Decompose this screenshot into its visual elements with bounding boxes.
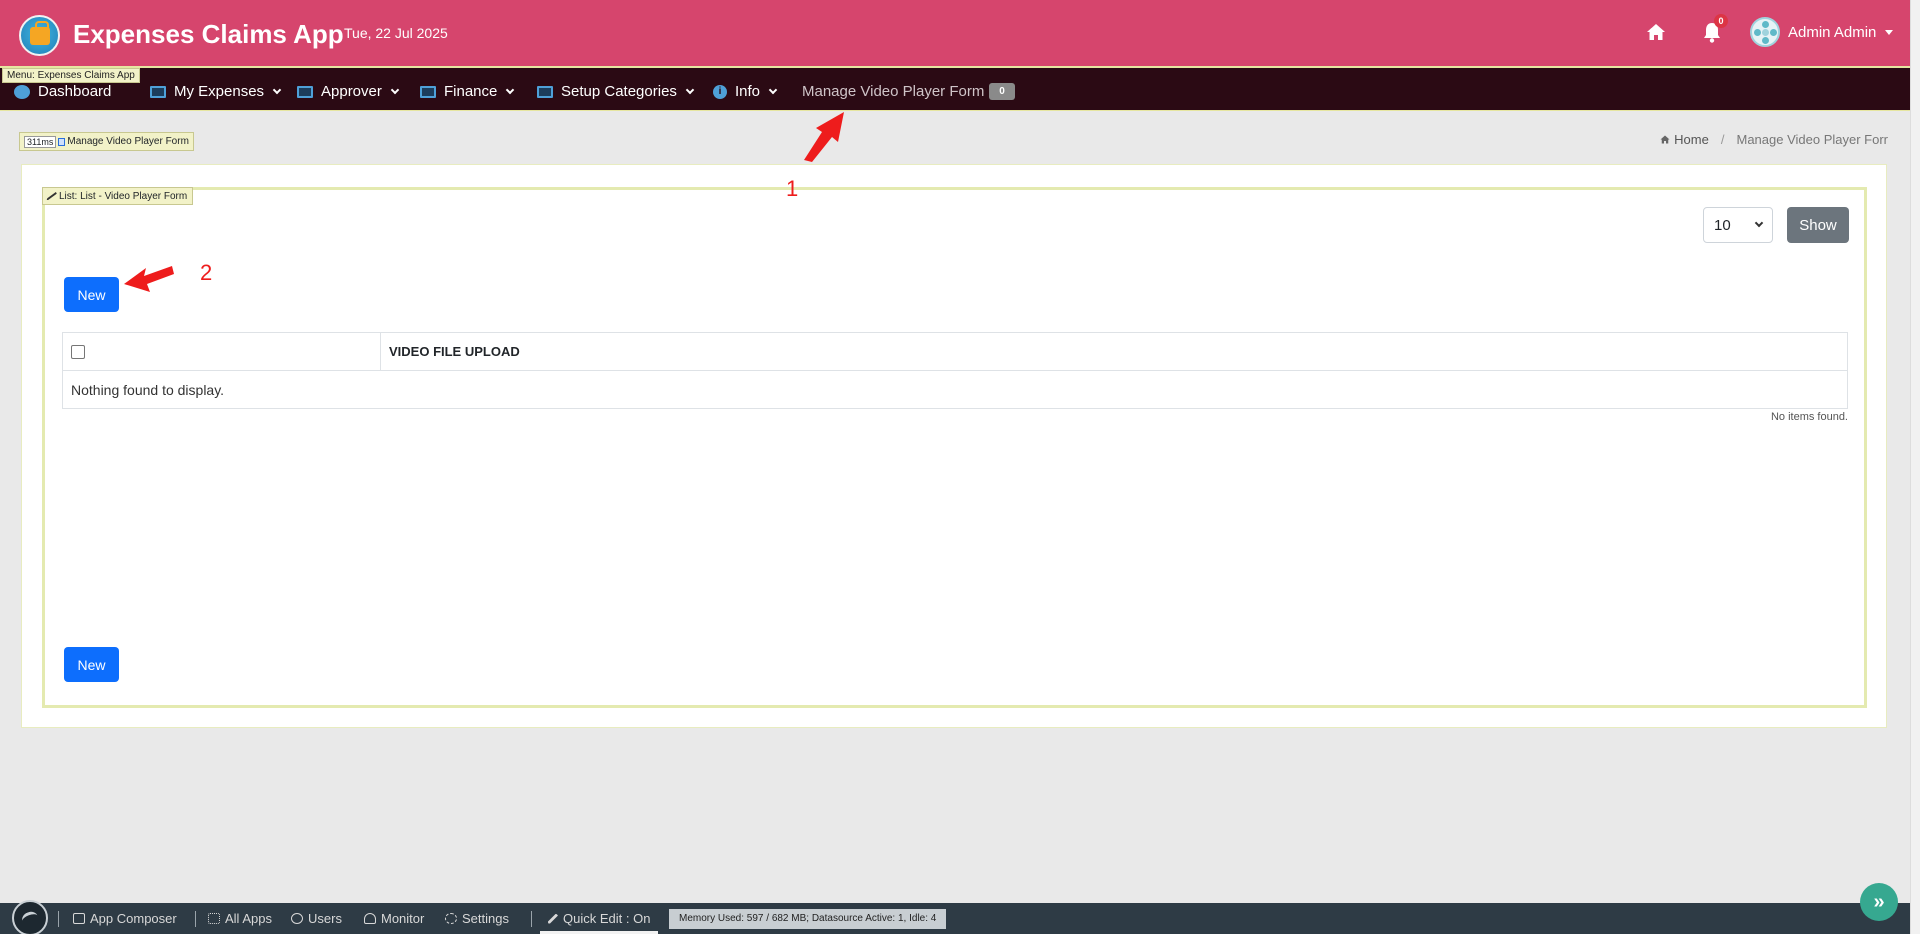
breadcrumb-separator: /	[1720, 132, 1725, 147]
caret-down-icon[interactable]	[1885, 30, 1893, 35]
platform-logo-icon[interactable]	[12, 900, 48, 934]
main-navbar: Menu: Expenses Claims App Dashboard My E…	[0, 66, 1910, 111]
memory-status: Memory Used: 597 / 682 MB; Datasource Ac…	[669, 909, 947, 929]
footer-divider	[195, 911, 196, 927]
nav-badge: 0	[989, 83, 1015, 100]
pencil-icon	[47, 192, 58, 200]
dashboard-icon	[14, 84, 30, 99]
home-icon[interactable]	[1646, 23, 1666, 41]
nav-my-expenses[interactable]: My Expenses	[150, 83, 282, 100]
no-items-text: No items found.	[1770, 411, 1848, 423]
footer-bar: App Composer All Apps Users Monitor Sett…	[0, 900, 1910, 934]
page-size-select[interactable]: 10	[1703, 207, 1773, 243]
expand-panel-button[interactable]: »	[1860, 883, 1898, 921]
page-timing-tag[interactable]: 311ms Manage Video Player Form	[19, 132, 194, 151]
footer-label: All Apps	[225, 911, 272, 926]
footer-divider	[531, 911, 532, 927]
footer-settings[interactable]: Settings	[445, 911, 509, 926]
show-button[interactable]: Show	[1787, 207, 1849, 243]
table-header-row: VIDEO FILE UPLOAD	[62, 332, 1848, 371]
user-name[interactable]: Admin Admin	[1788, 24, 1876, 41]
timing-value: 311ms	[24, 135, 57, 148]
header-date: Tue, 22 Jul 2025	[344, 25, 448, 41]
select-all-cell	[62, 332, 381, 371]
annotation-number-1: 1	[786, 176, 799, 201]
nav-finance[interactable]: Finance	[420, 83, 515, 100]
nav-approver[interactable]: Approver	[297, 83, 400, 100]
list-table: VIDEO FILE UPLOAD Nothing found to displ…	[62, 332, 1848, 409]
menu-edit-tag[interactable]: Menu: Expenses Claims App	[2, 68, 140, 83]
scrollbar[interactable]	[1910, 0, 1920, 934]
footer-label: Users	[308, 911, 342, 926]
screen-icon	[537, 85, 553, 98]
users-icon	[291, 913, 303, 924]
quick-edit-wrap: Quick Edit : On	[548, 911, 650, 926]
nav-info[interactable]: i Info	[713, 83, 778, 100]
screen-icon	[297, 85, 313, 98]
footer-all-apps[interactable]: All Apps	[208, 911, 272, 926]
annotation-arrow-1	[804, 112, 844, 162]
app-logo[interactable]	[19, 15, 60, 56]
annotation-arrow-2	[124, 266, 174, 292]
notification-badge: 0	[1714, 14, 1728, 28]
empty-message: Nothing found to display.	[62, 370, 1848, 409]
select-all-checkbox[interactable]	[71, 345, 85, 360]
new-button-top[interactable]: New	[64, 277, 119, 312]
info-icon: i	[713, 84, 727, 99]
nav-manage-video-player-form[interactable]: Manage Video Player Form	[802, 83, 984, 100]
nav-label: Manage Video Player Form	[802, 83, 985, 100]
breadcrumb-current: Manage Video Player Forr	[1736, 132, 1888, 147]
column-header-video-file-upload[interactable]: VIDEO FILE UPLOAD	[380, 332, 1848, 371]
footer-users[interactable]: Users	[291, 911, 342, 926]
chevron-down-icon	[1754, 218, 1764, 228]
nav-label: Setup Categories	[561, 83, 677, 100]
footer-divider	[58, 911, 59, 927]
breadcrumb: Home / Manage Video Player Forr	[1660, 132, 1888, 147]
list-edit-tag[interactable]: List: List - Video Player Form	[42, 187, 194, 205]
breadcrumb-home[interactable]: Home	[1674, 132, 1709, 147]
chevron-down-icon	[685, 85, 695, 94]
grid-icon	[208, 913, 220, 924]
table-row: Nothing found to display.	[62, 370, 1848, 409]
screen-icon	[420, 85, 436, 98]
footer-quick-edit[interactable]: Quick Edit : On	[540, 903, 658, 934]
nav-setup-categories[interactable]: Setup Categories	[537, 83, 695, 100]
home-icon	[1660, 135, 1670, 144]
footer-label: App Composer	[90, 911, 177, 926]
chevron-down-icon	[506, 85, 515, 94]
chevron-down-icon	[768, 85, 778, 94]
avatar[interactable]	[1750, 17, 1780, 47]
new-button-bottom[interactable]: New	[64, 647, 119, 682]
nav-label: My Expenses	[174, 83, 265, 100]
edit-icon	[73, 913, 85, 924]
nav-label: Info	[735, 83, 761, 100]
footer-monitor[interactable]: Monitor	[364, 911, 424, 926]
list-tag-label: List: List - Video Player Form	[59, 190, 188, 202]
nav-label: Finance	[444, 83, 498, 100]
gauge-icon	[364, 913, 376, 924]
list-panel	[42, 187, 1867, 708]
app-title[interactable]: Expenses Claims App	[73, 19, 344, 50]
nav-label: Dashboard	[38, 83, 112, 100]
annotation-number-2: 2	[200, 260, 213, 285]
nav-dashboard[interactable]: Dashboard	[14, 83, 111, 100]
nav-label: Approver	[321, 83, 382, 100]
timing-label: Manage Video Player Form	[67, 136, 189, 147]
page-size-value: 10	[1714, 216, 1731, 234]
footer-label: Settings	[462, 911, 509, 926]
screen-icon	[150, 85, 166, 98]
chevron-down-icon	[272, 85, 282, 94]
footer-label: Monitor	[381, 911, 425, 926]
footer-label: Quick Edit : On	[563, 911, 651, 926]
app-header: Expenses Claims App Tue, 22 Jul 2025 0 A…	[0, 0, 1910, 66]
footer-app-composer[interactable]: App Composer	[73, 911, 177, 926]
chevron-down-icon	[390, 85, 400, 94]
copy-icon[interactable]	[58, 137, 66, 146]
brush-icon	[548, 913, 558, 924]
gear-icon	[445, 913, 457, 924]
